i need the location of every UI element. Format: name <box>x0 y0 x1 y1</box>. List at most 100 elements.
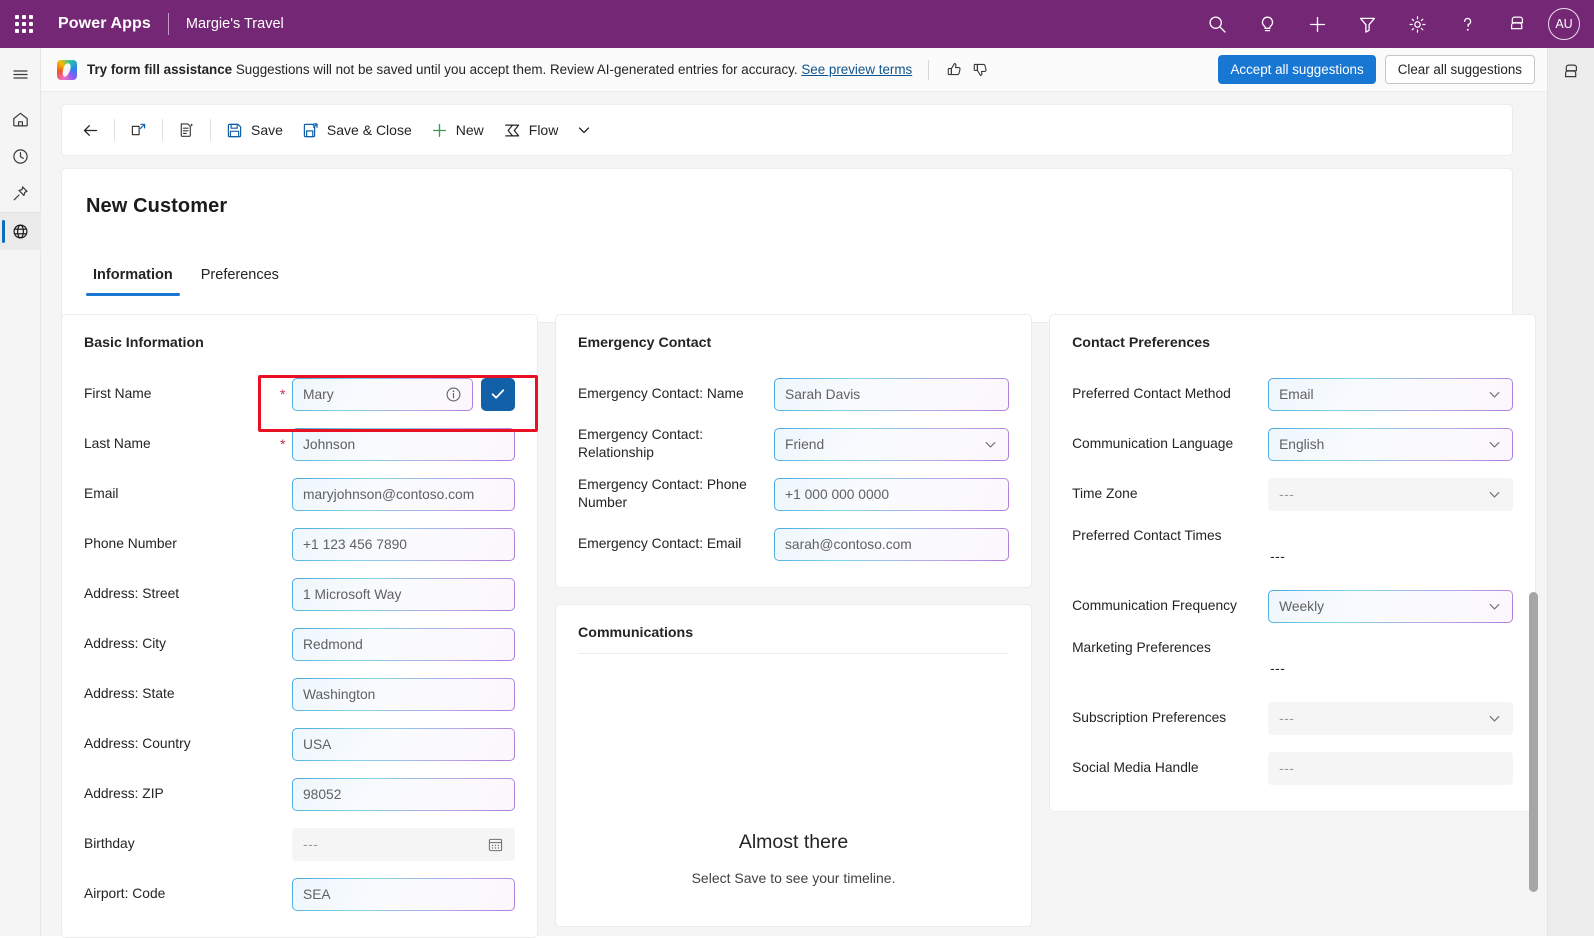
command-divider <box>162 119 163 141</box>
emergency-contact-relationship-select[interactable]: Friend <box>774 428 1009 461</box>
field-label: Preferred Contact Method <box>1072 385 1268 403</box>
tab-information[interactable]: Information <box>86 261 180 296</box>
field-value: Weekly <box>1279 599 1487 614</box>
field-label: Email <box>84 485 280 503</box>
app-launcher-icon[interactable] <box>0 0 48 48</box>
chevron-down-icon[interactable] <box>1487 487 1502 502</box>
communication-frequency-select[interactable]: Weekly <box>1268 590 1513 623</box>
clear-all-suggestions-button[interactable]: Clear all suggestions <box>1385 55 1535 84</box>
info-icon[interactable] <box>445 386 462 403</box>
calendar-icon[interactable] <box>487 836 504 853</box>
address-country-input[interactable]: USA <box>292 728 515 761</box>
section-title: Basic Information <box>84 335 515 351</box>
field-label: Phone Number <box>84 535 280 553</box>
hamburger-menu-icon[interactable] <box>0 56 41 93</box>
search-icon[interactable] <box>1192 0 1242 48</box>
last-name-input[interactable]: Johnson <box>292 428 515 461</box>
address-street-input[interactable]: 1 Microsoft Way <box>292 578 515 611</box>
sidebar-item-pinned[interactable] <box>0 175 41 212</box>
emergency-contact-email-input[interactable]: sarah@contoso.com <box>774 528 1009 561</box>
address-zip-input[interactable]: 98052 <box>292 778 515 811</box>
field-value: Washington <box>303 687 504 702</box>
preview-terms-link[interactable]: See preview terms <box>801 62 912 77</box>
command-bar: Save Save & Close New Flow <box>61 104 1513 156</box>
copilot-icon[interactable] <box>1492 0 1542 48</box>
accept-all-suggestions-button[interactable]: Accept all suggestions <box>1218 55 1375 84</box>
airport-code-input[interactable]: SEA <box>292 878 515 911</box>
chevron-down-icon[interactable] <box>1487 599 1502 614</box>
field-birthday: Birthday --- <box>84 819 515 869</box>
flow-label: Flow <box>529 122 559 138</box>
flow-button[interactable]: Flow <box>493 112 568 148</box>
field-emergency-email: Emergency Contact: Email sarah@contoso.c… <box>578 519 1009 569</box>
social-media-handle-input[interactable]: --- <box>1268 752 1513 785</box>
banner-description: Suggestions will not be saved until you … <box>236 62 798 77</box>
field-label: Address: ZIP <box>84 785 280 803</box>
section-basic-information: Basic Information First Name * Mary <box>61 314 538 938</box>
save-button[interactable]: Save <box>216 112 292 148</box>
field-value: USA <box>303 737 504 752</box>
tab-preferences[interactable]: Preferences <box>194 261 286 296</box>
field-preferred-contact-times: Preferred Contact Times --- <box>1072 519 1513 581</box>
save-and-close-button[interactable]: Save & Close <box>292 112 421 148</box>
back-button[interactable] <box>72 112 109 148</box>
page-title: New Customer <box>86 195 227 218</box>
field-communication-frequency: Communication Frequency Weekly <box>1072 581 1513 631</box>
command-divider <box>114 119 115 141</box>
column-emergency-and-communications: Emergency Contact Emergency Contact: Nam… <box>555 314 1032 936</box>
field-value: Sarah Davis <box>785 387 998 402</box>
form-scrollbar-track[interactable] <box>1529 314 1538 936</box>
field-value: Mary <box>303 387 439 402</box>
brand-title[interactable]: Power Apps <box>48 15 151 33</box>
field-marketing-preferences: Marketing Preferences --- <box>1072 631 1513 693</box>
thumbs-down-icon[interactable] <box>967 57 993 83</box>
emergency-contact-name-input[interactable]: Sarah Davis <box>774 378 1009 411</box>
address-city-input[interactable]: Redmond <box>292 628 515 661</box>
chevron-down-icon[interactable] <box>1487 387 1502 402</box>
avatar[interactable]: AU <box>1548 8 1580 40</box>
first-name-input[interactable]: Mary <box>292 378 473 411</box>
preferred-contact-method-select[interactable]: Email <box>1268 378 1513 411</box>
thumbs-up-icon[interactable] <box>941 57 967 83</box>
emergency-contact-phone-input[interactable]: +1 000 000 0000 <box>774 478 1009 511</box>
chevron-down-icon[interactable] <box>567 112 601 148</box>
time-zone-select[interactable]: --- <box>1268 478 1513 511</box>
accept-suggestion-button[interactable] <box>481 378 515 411</box>
field-label: Subscription Preferences <box>1072 709 1268 727</box>
form-columns: Basic Information First Name * Mary <box>61 314 1536 936</box>
top-bar-actions: AU <box>1192 0 1594 48</box>
phone-number-input[interactable]: +1 123 456 7890 <box>292 528 515 561</box>
subscription-preferences-select[interactable]: --- <box>1268 702 1513 735</box>
help-icon[interactable] <box>1442 0 1492 48</box>
field-label: Emergency Contact: Phone Number <box>578 476 774 512</box>
form-scrollbar-thumb[interactable] <box>1529 592 1538 892</box>
chevron-down-icon[interactable] <box>1487 711 1502 726</box>
email-input[interactable]: maryjohnson@contoso.com <box>292 478 515 511</box>
communication-language-select[interactable]: English <box>1268 428 1513 461</box>
banner-message: Try form fill assistance Suggestions wil… <box>87 62 912 77</box>
field-emergency-relationship: Emergency Contact: Relationship Friend <box>578 419 1009 469</box>
plus-icon[interactable] <box>1292 0 1342 48</box>
birthday-input[interactable]: --- <box>292 828 515 861</box>
field-value: Johnson <box>303 437 504 452</box>
filter-icon[interactable] <box>1342 0 1392 48</box>
chevron-down-icon[interactable] <box>983 437 998 452</box>
sidebar-item-recent[interactable] <box>0 138 41 175</box>
lightbulb-icon[interactable] <box>1242 0 1292 48</box>
copilot-icon[interactable] <box>1554 56 1588 88</box>
sidebar-item-customers[interactable] <box>0 213 41 250</box>
new-button[interactable]: New <box>421 112 493 148</box>
open-in-new-window-icon[interactable] <box>120 112 157 148</box>
field-time-zone: Time Zone --- <box>1072 469 1513 519</box>
chevron-down-icon[interactable] <box>1487 437 1502 452</box>
address-state-input[interactable]: Washington <box>292 678 515 711</box>
field-address-zip: Address: ZIP 98052 <box>84 769 515 819</box>
sidebar-item-home[interactable] <box>0 101 41 138</box>
form-fill-assist-icon[interactable] <box>168 112 205 148</box>
save-label: Save <box>251 122 283 138</box>
environment-name[interactable]: Margie's Travel <box>186 16 284 32</box>
field-address-street: Address: Street 1 Microsoft Way <box>84 569 515 619</box>
gear-icon[interactable] <box>1392 0 1442 48</box>
field-value: Friend <box>785 437 983 452</box>
marketing-preferences-value: --- <box>1268 661 1285 676</box>
